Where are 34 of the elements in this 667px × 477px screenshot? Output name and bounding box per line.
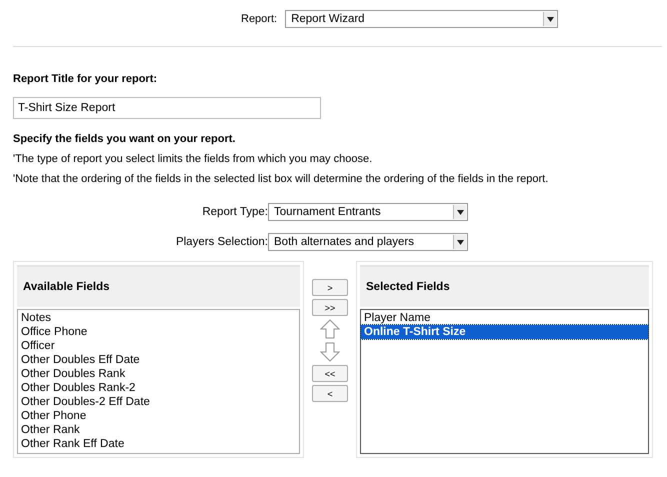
panel-heading: Selected Fields [360, 265, 649, 307]
note-text: 'Note that the ordering of the fields in the selected list box will determine the ordering of the fields in the report. [13, 173, 550, 185]
list-item[interactable]: Notes [18, 311, 299, 325]
report-title-field[interactable]: T-Shirt Size Report [13, 97, 321, 119]
list-item[interactable]: Other Doubles Rank [18, 367, 299, 381]
list-item[interactable]: Online T-Shirt Size [361, 325, 648, 339]
list-item[interactable]: Player Name [361, 311, 648, 325]
section-heading: Report Title for your report: [13, 73, 158, 85]
list-item[interactable]: Other Doubles Eff Date [18, 353, 299, 367]
move-button[interactable]: >> [312, 299, 348, 316]
note-text: 'The type of report you select limits the fields from which you may choose. [13, 153, 374, 165]
panel-heading: Available Fields [17, 265, 300, 307]
filter-label: Players Selection: [174, 236, 268, 248]
list-item[interactable]: Other Rank Eff Date [18, 437, 299, 451]
move-down-icon[interactable] [320, 342, 340, 362]
list-item[interactable]: Other Phone [18, 409, 299, 423]
filter-select[interactable]: Tournament Entrants [268, 203, 468, 221]
caret-icon [543, 12, 556, 26]
report-label: Report: [241, 13, 278, 25]
report-select[interactable]: Report Wizard [285, 10, 558, 28]
filter-select[interactable]: Both alternates and players [268, 233, 468, 251]
caret-icon [453, 205, 466, 219]
list-item[interactable]: Other Doubles-2 Eff Date [18, 395, 299, 409]
move-button[interactable]: > [312, 279, 348, 296]
list-item[interactable]: Officer [18, 339, 299, 353]
move-button[interactable]: << [312, 365, 348, 382]
move-button[interactable]: < [312, 385, 348, 402]
list-item[interactable]: Office Phone [18, 325, 299, 339]
filter-label: Report Type: [201, 206, 268, 218]
caret-icon [453, 235, 466, 249]
list-item[interactable]: Other Doubles Rank-2 [18, 381, 299, 395]
section-heading: Specify the fields you want on your report. [13, 133, 236, 145]
list-item[interactable]: Other Rank [18, 423, 299, 437]
move-up-icon[interactable] [320, 319, 340, 339]
